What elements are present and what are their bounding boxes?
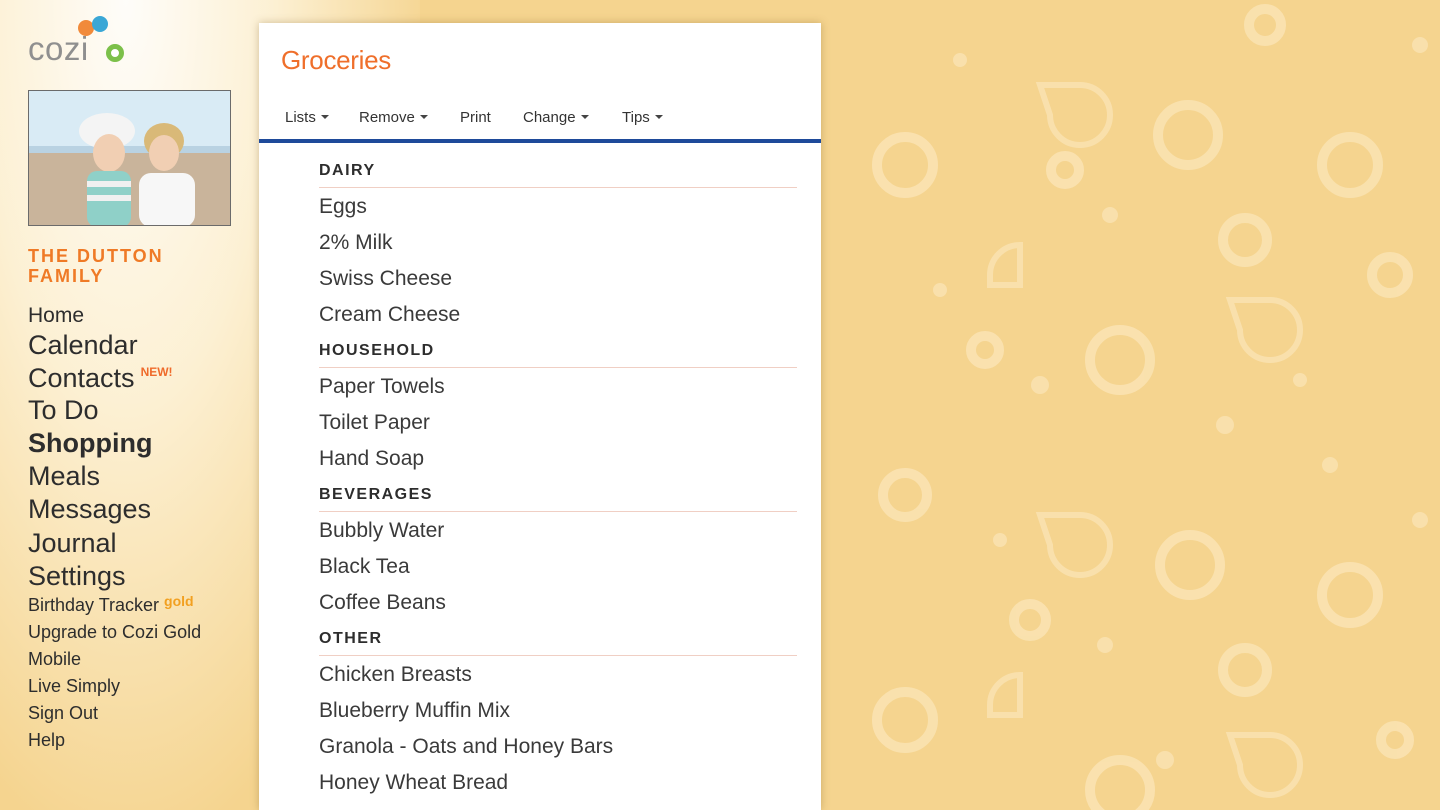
list-item[interactable]: Hand Soap [319, 447, 424, 471]
nav-mobile[interactable]: Mobile [28, 649, 81, 670]
list-item[interactable]: Paper Towels [319, 375, 445, 399]
sidebar: cozi THE DUTTON FAMILY Home Calendar Con… [0, 0, 250, 810]
list-item[interactable]: Blueberry Muffin Mix [319, 699, 510, 723]
cozi-logo[interactable]: cozi [28, 16, 132, 70]
list-item[interactable]: Chicken Breasts [319, 663, 472, 687]
list-item[interactable]: Coffee Beans [319, 591, 446, 615]
new-badge: NEW! [140, 365, 173, 379]
nav-sign-out[interactable]: Sign Out [28, 703, 98, 724]
nav-shopping[interactable]: Shopping [28, 428, 152, 459]
nav-label: Meals [28, 461, 101, 491]
tips-menu[interactable]: Tips [622, 109, 663, 126]
list-item[interactable]: Eggs [319, 195, 367, 219]
list-item[interactable]: Black Tea [319, 555, 410, 579]
nav-live-simply[interactable]: Live Simply [28, 676, 120, 697]
list-item[interactable]: Swiss Cheese [319, 267, 452, 291]
nav-birthday-tracker[interactable]: Birthday Tracker gold [28, 593, 194, 616]
nav-label: Shopping [28, 428, 153, 458]
print-button[interactable]: Print [460, 109, 491, 126]
nav-label: Sign Out [28, 703, 99, 723]
list-item[interactable]: Toilet Paper [319, 411, 430, 435]
logo-text: cozi [28, 30, 89, 67]
nav-label: Journal [28, 528, 117, 558]
menu-label: Tips [622, 109, 650, 126]
gold-badge: gold [164, 593, 194, 609]
lists-menu[interactable]: Lists [285, 109, 329, 126]
category-divider [319, 187, 797, 188]
menu-label: Remove [359, 109, 415, 126]
nav-settings[interactable]: Settings [28, 561, 126, 592]
list-item[interactable]: Honey Wheat Bread [319, 771, 508, 795]
list-item[interactable]: 2% Milk [319, 231, 393, 255]
nav-messages[interactable]: Messages [28, 494, 151, 525]
nav-label: Home [28, 304, 85, 327]
list-item[interactable]: Granola - Oats and Honey Bars [319, 735, 613, 759]
nav-label: Birthday Tracker [28, 595, 160, 615]
nav-home[interactable]: Home [28, 304, 84, 328]
toolbar-divider [259, 139, 821, 143]
category-header: BEVERAGES [319, 486, 433, 503]
nav-calendar[interactable]: Calendar [28, 330, 138, 361]
nav-label: Calendar [28, 330, 138, 360]
list-title: Groceries [281, 45, 391, 75]
menu-label: Print [460, 109, 491, 126]
category-header: DAIRY [319, 162, 376, 179]
caret-down-icon [654, 115, 663, 120]
list-item[interactable]: Bubbly Water [319, 519, 444, 543]
caret-down-icon [419, 115, 428, 120]
list-item[interactable]: Cream Cheese [319, 303, 460, 327]
category-header: OTHER [319, 630, 383, 647]
family-name: THE DUTTON FAMILY [28, 246, 164, 286]
category-header: HOUSEHOLD [319, 342, 435, 359]
nav-label: Contacts [28, 363, 135, 393]
nav-label: To Do [28, 395, 99, 425]
nav-label: Upgrade to Cozi Gold [28, 622, 202, 642]
shopping-list-panel: Groceries Lists Remove Print Change Tips… [259, 23, 821, 810]
category-divider [319, 367, 797, 368]
nav-label: Settings [28, 561, 126, 591]
remove-menu[interactable]: Remove [359, 109, 428, 126]
family-photo-image [29, 91, 230, 225]
caret-down-icon [320, 115, 329, 120]
caret-down-icon [580, 115, 589, 120]
nav-contacts[interactable]: Contacts NEW! [28, 363, 173, 394]
change-menu[interactable]: Change [523, 109, 589, 126]
menu-label: Change [523, 109, 576, 126]
category-divider [319, 511, 797, 512]
nav-journal[interactable]: Journal [28, 528, 117, 559]
nav-label: Live Simply [28, 676, 121, 696]
family-photo[interactable] [28, 90, 231, 226]
nav-help[interactable]: Help [28, 730, 65, 751]
logo-dot-blue [92, 16, 108, 32]
nav-todo[interactable]: To Do [28, 395, 99, 426]
nav-label: Mobile [28, 649, 82, 669]
menu-label: Lists [285, 109, 316, 126]
category-divider [319, 655, 797, 656]
nav-meals[interactable]: Meals [28, 461, 100, 492]
nav-label: Messages [28, 494, 152, 524]
logo-dot-green [106, 44, 124, 62]
nav-label: Help [28, 730, 66, 750]
nav-upgrade[interactable]: Upgrade to Cozi Gold [28, 622, 201, 643]
